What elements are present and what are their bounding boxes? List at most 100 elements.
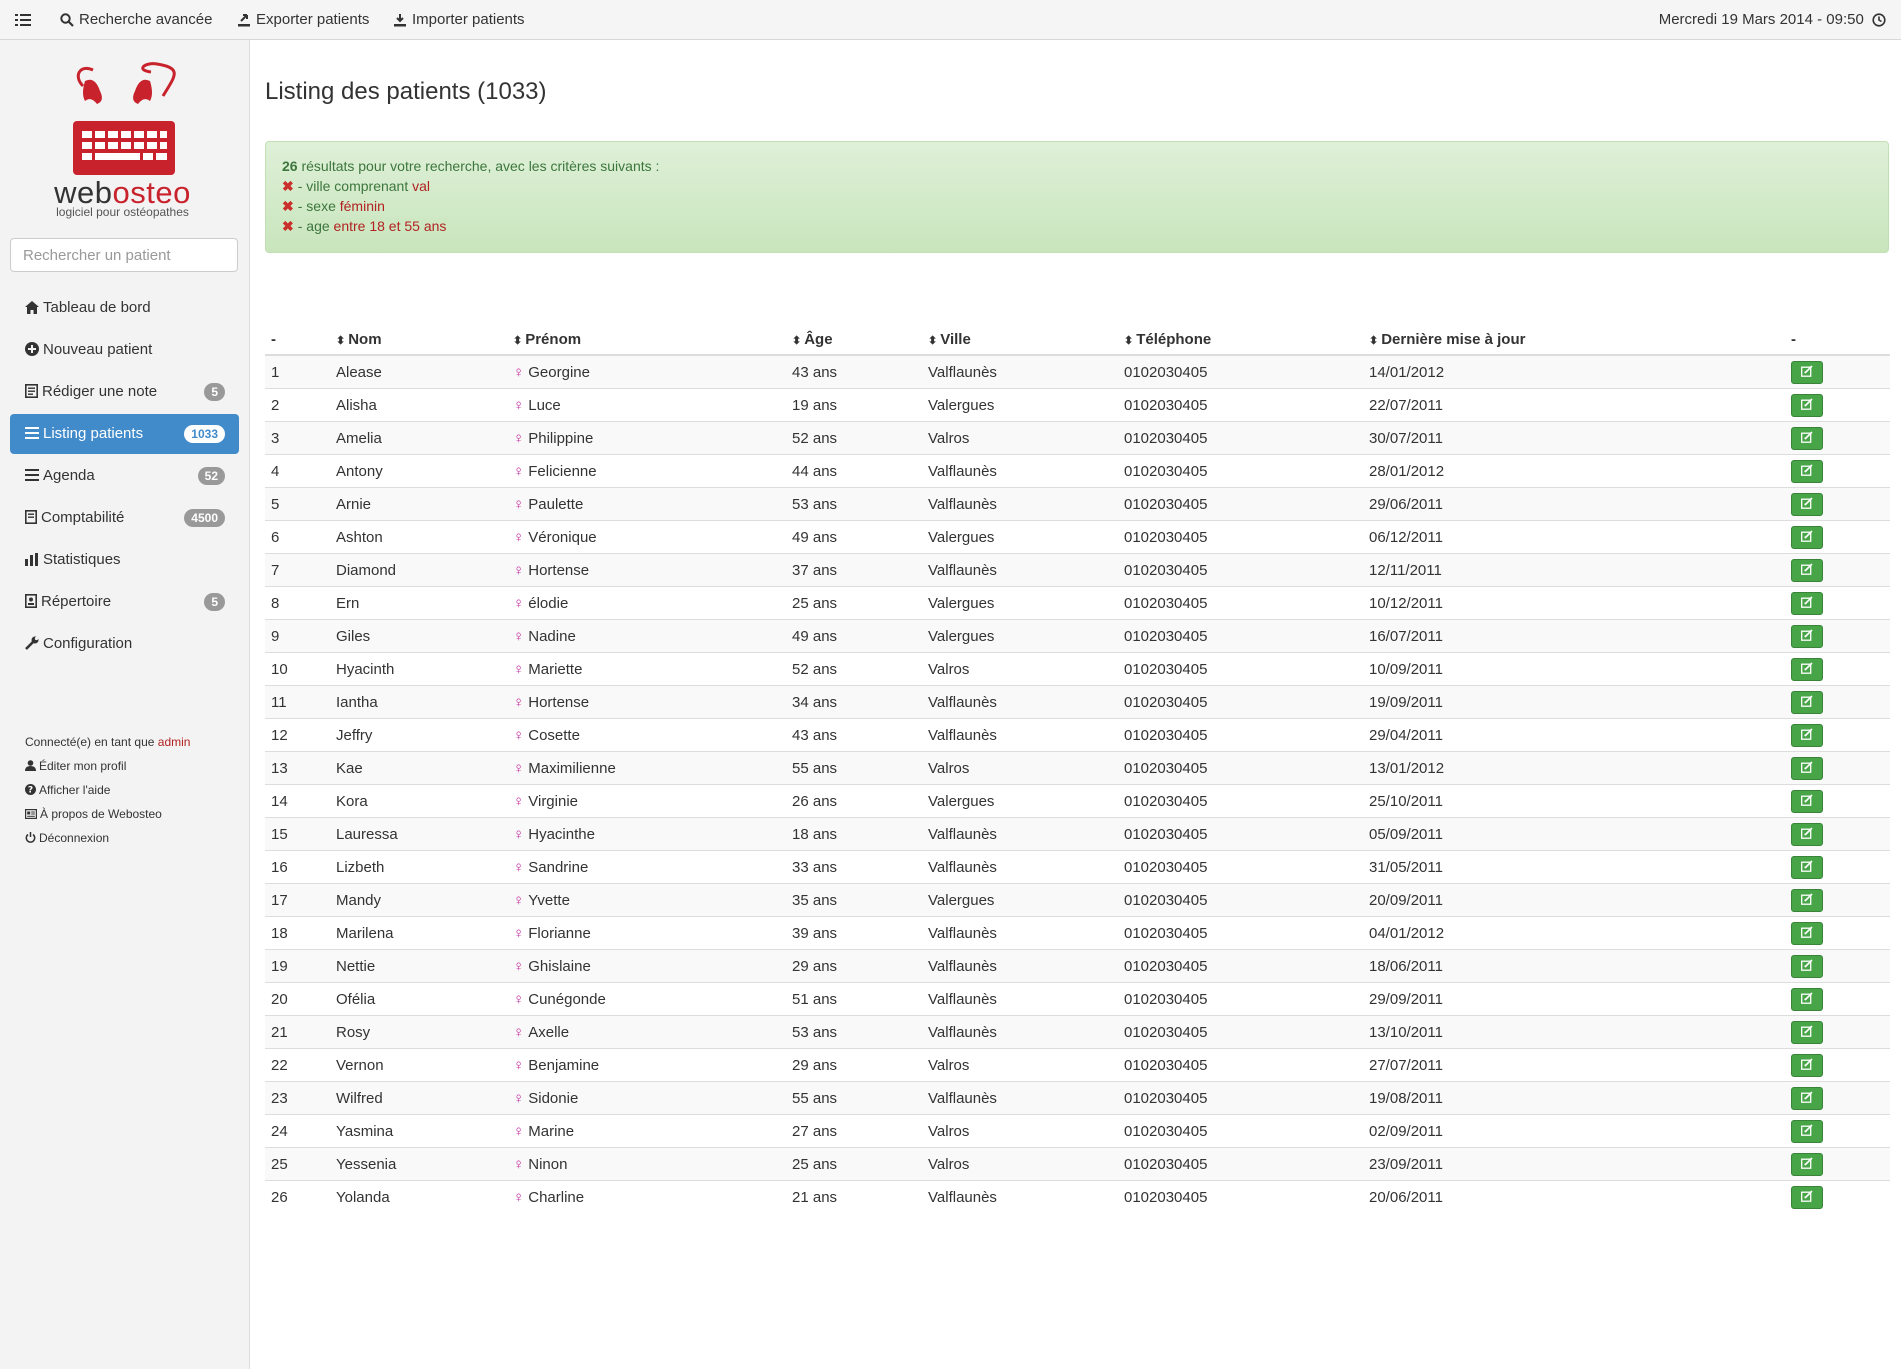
table-row[interactable]: 14 Kora ♀ Virginie 26 ans Valergues 0102030405… — [265, 784, 1890, 818]
remove-icon[interactable]: ✖ — [282, 218, 294, 234]
about-link[interactable]: À propos de Webosteo — [25, 802, 190, 826]
edit-patient-button[interactable] — [1791, 459, 1823, 483]
edit-patient-button[interactable] — [1791, 1152, 1823, 1176]
patient-age: 49 ans — [786, 520, 922, 554]
patient-first-name: ♀ élodie — [507, 586, 786, 620]
edit-patient-button[interactable] — [1791, 1086, 1823, 1110]
first-name-label: Philippine — [528, 429, 594, 447]
edit-patient-button[interactable] — [1791, 789, 1823, 813]
edit-patient-button[interactable] — [1791, 624, 1823, 648]
table-row[interactable]: 16 Lizbeth ♀ Sandrine 33 ans Valflaunès 010203… — [265, 850, 1890, 884]
sidebar-item-listing-patients[interactable]: Listing patients 1033 — [10, 414, 239, 454]
table-row[interactable]: 4 Antony ♀ Felicienne 44 ans Valflaunès 010203… — [265, 454, 1890, 488]
column-header-nom[interactable]: ⬍ Nom — [330, 320, 507, 356]
edit-patient-button[interactable] — [1791, 888, 1823, 912]
table-row[interactable]: 24 Yasmina ♀ Marine 27 ans Valros 0102030405 02… — [265, 1114, 1890, 1148]
row-index: 3 — [265, 421, 330, 455]
edit-patient-button[interactable] — [1791, 492, 1823, 516]
edit-patient-button[interactable] — [1791, 1053, 1823, 1077]
table-row[interactable]: 8 Ern ♀ élodie 25 ans Valergues 0102030405 10/1… — [265, 586, 1890, 620]
edit-patient-button[interactable] — [1791, 558, 1823, 582]
logout-link[interactable]: Déconnexion — [25, 826, 190, 850]
table-row[interactable]: 10 Hyacinth ♀ Mariette 52 ans Valros 010203040… — [265, 652, 1890, 686]
sidebar-item-directory[interactable]: Répertoire 5 — [10, 582, 239, 622]
patient-city: Valergues — [922, 388, 1118, 422]
row-index: 1 — [265, 354, 330, 389]
import-patients-link[interactable]: Importer patients — [393, 0, 525, 40]
table-row[interactable]: 3 Amelia ♀ Philippine 52 ans Valros 0102030405… — [265, 421, 1890, 455]
edit-patient-button[interactable] — [1791, 954, 1823, 978]
patient-phone: 0102030405 — [1118, 553, 1363, 587]
patient-city: Valros — [922, 1114, 1118, 1148]
sidebar-item-agenda[interactable]: Agenda 52 — [10, 456, 239, 496]
venus-icon: ♀ — [513, 1089, 525, 1107]
edit-profile-link[interactable]: Éditer mon profil — [25, 754, 190, 778]
table-row[interactable]: 6 Ashton ♀ Véronique 49 ans Valergues 01020304… — [265, 520, 1890, 554]
remove-icon[interactable]: ✖ — [282, 198, 294, 214]
table-row[interactable]: 18 Marilena ♀ Florianne 39 ans Valflaunès 0102… — [265, 916, 1890, 950]
edit-patient-button[interactable] — [1791, 1119, 1823, 1143]
table-row[interactable]: 26 Yolanda ♀ Charline 21 ans Valflaunès 010203… — [265, 1180, 1890, 1213]
table-row[interactable]: 1 Alease ♀ Georgine 43 ans Valflaunès 01020304… — [265, 354, 1890, 389]
sidebar-item-dashboard[interactable]: Tableau de bord — [10, 288, 239, 328]
table-row[interactable]: 11 Iantha ♀ Hortense 34 ans Valflaunès 0102030… — [265, 685, 1890, 719]
edit-patient-button[interactable] — [1791, 822, 1823, 846]
row-index: 13 — [265, 751, 330, 785]
table-row[interactable]: 22 Vernon ♀ Benjamine 29 ans Valros 0102030405… — [265, 1048, 1890, 1082]
table-row[interactable]: 13 Kae ♀ Maximilienne 55 ans Valros 0102030405… — [265, 751, 1890, 785]
table-row[interactable]: 7 Diamond ♀ Hortense 37 ans Valflaunès 0102030… — [265, 553, 1890, 587]
username-link[interactable]: admin — [158, 735, 191, 749]
remove-icon[interactable]: ✖ — [282, 178, 294, 194]
edit-patient-button[interactable] — [1791, 921, 1823, 945]
column-header-telephone[interactable]: ⬍ Téléphone — [1118, 320, 1363, 356]
column-header-updated[interactable]: ⬍ Dernière mise à jour — [1363, 320, 1785, 356]
sidebar-item-configuration[interactable]: Configuration — [10, 624, 239, 664]
advanced-search-link[interactable]: Recherche avancée — [60, 0, 212, 40]
edit-patient-button[interactable] — [1791, 426, 1823, 450]
edit-patient-button[interactable] — [1791, 987, 1823, 1011]
edit-patient-button[interactable] — [1791, 690, 1823, 714]
patient-search-input[interactable] — [10, 238, 238, 272]
table-row[interactable]: 25 Yessenia ♀ Ninon 25 ans Valros 0102030405 23… — [265, 1147, 1890, 1181]
column-header-prenom[interactable]: ⬍ Prénom — [507, 320, 786, 356]
edit-patient-button[interactable] — [1791, 1185, 1823, 1209]
patient-age: 55 ans — [786, 751, 922, 785]
edit-patient-button[interactable] — [1791, 657, 1823, 681]
table-row[interactable]: 21 Rosy ♀ Axelle 53 ans Valflaunès 0102030405 1… — [265, 1015, 1890, 1049]
column-header-age[interactable]: ⬍ Âge — [786, 320, 922, 356]
patient-count-badge: 1033 — [184, 425, 225, 443]
table-row[interactable]: 12 Jeffry ♀ Cosette 43 ans Valflaunès 01020304… — [265, 718, 1890, 752]
edit-patient-button[interactable] — [1791, 360, 1823, 384]
sidebar-item-statistics[interactable]: Statistiques — [10, 540, 239, 580]
sidebar-item-new-patient[interactable]: Nouveau patient — [10, 330, 239, 370]
table-row[interactable]: 15 Lauressa ♀ Hyacinthe 18 ans Valflaunès 0102… — [265, 817, 1890, 851]
patient-last-name: Yasmina — [330, 1114, 507, 1148]
sidebar-item-write-note[interactable]: Rédiger une note 5 — [10, 372, 239, 412]
first-name-label: Benjamine — [528, 1056, 600, 1074]
patient-age: 51 ans — [786, 982, 922, 1016]
table-row[interactable]: 5 Arnie ♀ Paulette 53 ans Valflaunès 010203040… — [265, 487, 1890, 521]
table-row[interactable]: 20 Ofélia ♀ Cunégonde 51 ans Valflaunès 010203… — [265, 982, 1890, 1016]
table-row[interactable]: 2 Alisha ♀ Luce 19 ans Valergues 0102030405 22/… — [265, 388, 1890, 422]
patient-first-name: ♀ Marine — [507, 1114, 786, 1148]
venus-icon: ♀ — [513, 924, 525, 942]
edit-patient-button[interactable] — [1791, 756, 1823, 780]
column-header-ville[interactable]: ⬍ Ville — [922, 320, 1118, 356]
table-row[interactable]: 19 Nettie ♀ Ghislaine 29 ans Valflaunès 010203… — [265, 949, 1890, 983]
edit-patient-button[interactable] — [1791, 723, 1823, 747]
table-row[interactable]: 17 Mandy ♀ Yvette 35 ans Valergues 0102030405 2… — [265, 883, 1890, 917]
venus-icon: ♀ — [513, 1056, 525, 1074]
show-help-link[interactable]: ? Afficher l'aide — [25, 778, 190, 802]
table-row[interactable]: 9 Giles ♀ Nadine 49 ans Valergues 0102030405 16… — [265, 619, 1890, 653]
edit-patient-button[interactable] — [1791, 591, 1823, 615]
patient-age: 49 ans — [786, 619, 922, 653]
edit-patient-button[interactable] — [1791, 1020, 1823, 1044]
list-icon — [25, 469, 39, 482]
sidebar-item-accounting[interactable]: Comptabilité 4500 — [10, 498, 239, 538]
table-row[interactable]: 23 Wilfred ♀ Sidonie 55 ans Valflaunès 0102030… — [265, 1081, 1890, 1115]
edit-patient-button[interactable] — [1791, 393, 1823, 417]
edit-patient-button[interactable] — [1791, 855, 1823, 879]
edit-patient-button[interactable] — [1791, 525, 1823, 549]
export-patients-link[interactable]: Exporter patients — [237, 0, 369, 40]
list-icon[interactable] — [15, 0, 36, 40]
